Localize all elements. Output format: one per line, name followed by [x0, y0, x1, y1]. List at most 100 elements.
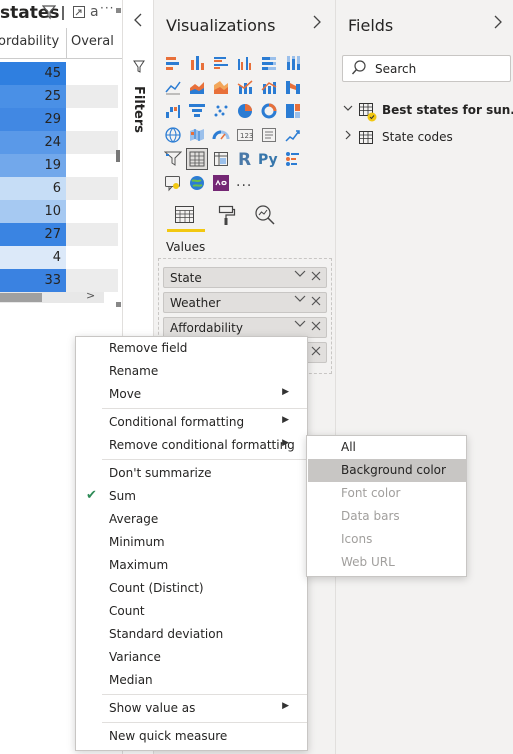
search-box[interactable] [342, 55, 511, 82]
table-visual-icon-selected[interactable] [186, 148, 208, 170]
table-row[interactable]: 4 [0, 246, 122, 269]
search-input[interactable] [375, 60, 505, 78]
well-item-affordability[interactable]: Affordability [163, 317, 327, 338]
field-table-state-codes[interactable]: State codes [340, 127, 510, 147]
table-row[interactable]: 29 [0, 108, 122, 131]
scroll-right-icon[interactable]: > [86, 289, 95, 302]
scatter-chart-icon[interactable] [212, 102, 230, 120]
format-paint-roller-icon[interactable] [216, 204, 236, 229]
table-row[interactable]: 45 [0, 62, 122, 85]
menu-item-rename[interactable]: Rename [76, 360, 307, 383]
menu-item-standard-deviation[interactable]: Standard deviation [76, 623, 307, 646]
table-visual[interactable]: states a ··· ordability Overal 45 25 29 24 1… [0, 0, 122, 310]
table-icon [358, 102, 378, 125]
table-row[interactable]: 25 [0, 85, 122, 108]
menu-item-conditional-formatting[interactable]: Conditional formatting ▶ [76, 411, 307, 434]
focus-mode-icon[interactable] [72, 5, 86, 22]
matrix-icon[interactable] [212, 150, 230, 168]
close-icon[interactable] [311, 345, 321, 359]
map-icon[interactable] [164, 126, 182, 144]
chevron-right-icon[interactable] [342, 129, 354, 144]
chevron-right-icon[interactable] [493, 14, 503, 33]
gauge-icon[interactable] [212, 126, 230, 144]
fields-tab-icon[interactable] [174, 205, 196, 228]
menu-item-maximum[interactable]: Maximum [76, 554, 307, 577]
chevron-down-icon[interactable] [294, 319, 306, 332]
treemap-icon[interactable] [284, 102, 302, 120]
more-options-icon[interactable]: ··· [100, 1, 114, 15]
scrollbar-thumb[interactable] [0, 293, 42, 302]
remove-conditional-formatting-submenu: All Background color Font color Data bar… [306, 435, 467, 577]
menu-item-count[interactable]: Count [76, 600, 307, 623]
menu-item-variance[interactable]: Variance [76, 646, 307, 669]
analytics-magnifier-icon[interactable] [254, 204, 276, 229]
menu-item-minimum[interactable]: Minimum [76, 531, 307, 554]
table-row[interactable]: 27 [0, 223, 122, 246]
arcgis-map-icon[interactable] [188, 174, 206, 192]
resize-handle[interactable] [116, 302, 121, 307]
menu-item-remove-field[interactable]: Remove field [76, 337, 307, 360]
clustered-bar-chart-icon[interactable] [212, 54, 230, 72]
field-table-best-states[interactable]: Best states for sun... [340, 100, 513, 122]
table-row[interactable]: 24 [0, 131, 122, 154]
filters-label[interactable]: Filters [131, 86, 146, 133]
well-item-weather[interactable]: Weather [163, 292, 327, 313]
100-percent-bar-chart-icon[interactable] [260, 54, 278, 72]
menu-item-show-value-as[interactable]: Show value as ▶ [76, 697, 307, 720]
chevron-right-icon[interactable] [312, 14, 322, 33]
card-icon[interactable]: 123 [236, 126, 254, 144]
line-and-column-chart-icon[interactable] [236, 78, 254, 96]
chevron-left-icon[interactable] [133, 12, 143, 31]
close-icon[interactable] [311, 270, 321, 284]
menu-item-sum[interactable]: ✔ Sum [76, 485, 307, 508]
table-row[interactable]: 6 [0, 177, 122, 200]
table-row[interactable]: 33 [0, 269, 122, 292]
column-header-overall[interactable]: Overal [71, 34, 114, 49]
column-header-affordability[interactable]: ordability [0, 34, 59, 49]
chevron-down-icon[interactable] [294, 269, 306, 282]
slicer-icon[interactable] [163, 150, 183, 168]
well-item-state[interactable]: State [163, 267, 327, 288]
menu-item-move[interactable]: Move ▶ [76, 383, 307, 406]
table-row[interactable]: 19 [0, 154, 122, 177]
chevron-down-icon[interactable] [342, 102, 354, 117]
r-visual-icon[interactable]: R [236, 148, 254, 170]
close-icon[interactable] [311, 320, 321, 334]
submenu-item-all[interactable]: All [308, 436, 466, 459]
clustered-column-chart-icon[interactable] [236, 54, 254, 72]
key-influencers-icon[interactable] [284, 150, 302, 168]
chevron-down-icon[interactable] [294, 294, 306, 307]
stacked-area-chart-icon[interactable] [212, 78, 230, 96]
stacked-bar-chart-icon[interactable] [164, 54, 182, 72]
donut-chart-icon[interactable] [260, 102, 278, 120]
menu-item-median[interactable]: Median [76, 669, 307, 692]
vertical-scrollbar[interactable] [116, 150, 120, 162]
python-visual-icon[interactable]: Py [258, 148, 278, 168]
menu-item-dont-summarize[interactable]: Don't summarize [76, 462, 307, 485]
100-percent-column-chart-icon[interactable] [284, 54, 302, 72]
qa-visual-icon[interactable] [164, 174, 182, 192]
menu-item-new-quick-measure[interactable]: New quick measure [76, 725, 307, 748]
kpi-icon[interactable] [284, 126, 302, 144]
waterfall-chart-icon[interactable] [164, 102, 182, 120]
ribbon-chart-icon[interactable] [284, 78, 302, 96]
resize-handle[interactable] [116, 8, 121, 13]
pie-chart-icon[interactable] [236, 102, 254, 120]
stacked-column-chart-icon[interactable] [188, 54, 206, 72]
line-and-stacked-column-chart-icon[interactable] [260, 78, 278, 96]
menu-item-remove-conditional-formatting[interactable]: Remove conditional formatting ▶ [76, 434, 307, 457]
funnel-chart-icon[interactable] [188, 102, 206, 120]
menu-item-average[interactable]: Average [76, 508, 307, 531]
more-visuals-icon[interactable]: ... [236, 174, 254, 192]
filter-icon[interactable] [41, 4, 57, 23]
close-icon[interactable] [311, 295, 321, 309]
menu-item-count-distinct[interactable]: Count (Distinct) [76, 577, 307, 600]
filled-map-icon[interactable] [188, 126, 206, 144]
table-row[interactable]: 10 [0, 200, 122, 223]
horizontal-scrollbar[interactable]: > [0, 289, 104, 303]
power-apps-icon[interactable] [212, 174, 230, 192]
line-chart-icon[interactable] [164, 78, 182, 96]
multi-row-card-icon[interactable] [260, 126, 278, 144]
submenu-item-background-color[interactable]: Background color [308, 459, 466, 482]
area-chart-icon[interactable] [188, 78, 206, 96]
